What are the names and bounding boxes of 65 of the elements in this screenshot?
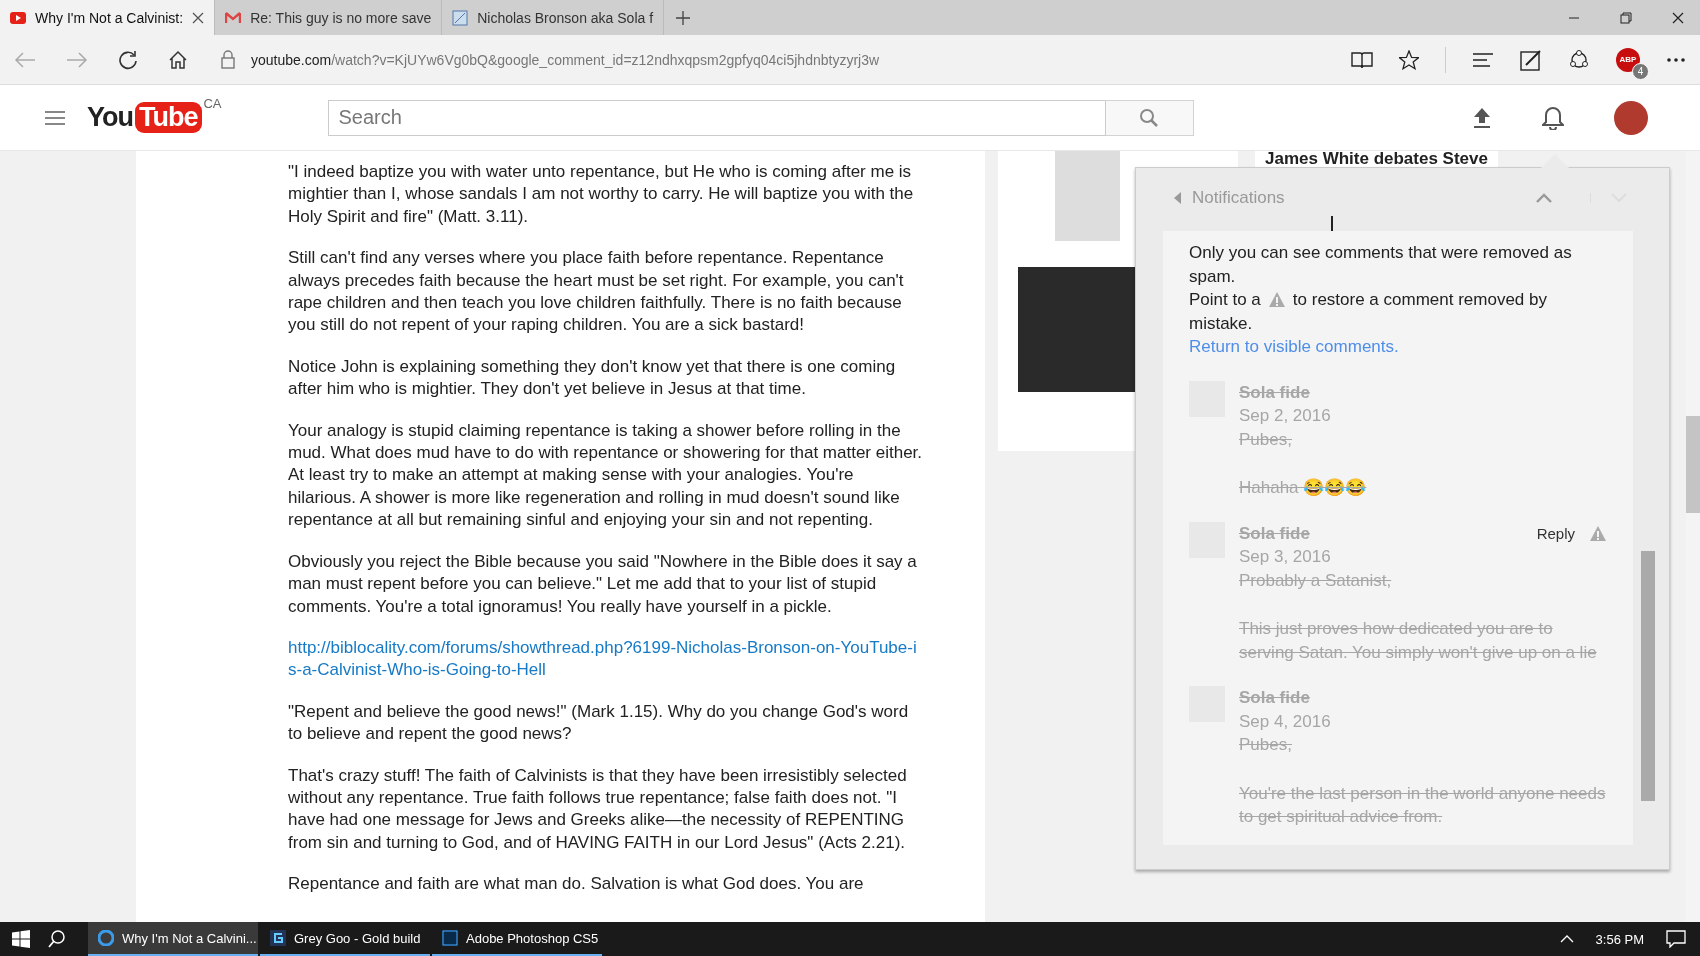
paragraph: Still can't find any verses where you place faith before repentance. Repentance always precedes faith because the heart must be set right. For example, you can't rape children and then teach you love children faithfully. There is no faith because you still do not repent of your raping children. You are a sick bastard! [288, 247, 905, 337]
clock[interactable]: 3:56 PM [1595, 931, 1644, 947]
more-icon[interactable] [1666, 56, 1686, 63]
close-icon[interactable] [1672, 11, 1684, 24]
lock-icon [220, 49, 236, 70]
browser-icon [98, 930, 114, 946]
comment-text: Probably a Satanist, [1239, 569, 1393, 592]
search-icon[interactable] [48, 930, 66, 948]
windows-logo-icon[interactable] [12, 930, 30, 948]
app-icon [442, 930, 458, 946]
info-text: Point to a [1189, 289, 1261, 311]
address-field[interactable]: youtube.com/watch?v=KjUYw6Vg0bQ&google_comment_id=z12ndhxqpsm2gpfyq04ci5jhdnbtyzyrj3w [251, 51, 1351, 68]
search-field[interactable]: Search [327, 99, 1106, 136]
comment-text: This just proves how dedicated you are to serving Satan. You simply won't give up on a lie [1239, 618, 1598, 664]
comment-text: Pubes, [1239, 428, 1293, 451]
comment-date: Sep 3, 2016 [1239, 546, 1332, 568]
star-icon[interactable] [1399, 49, 1419, 70]
bell-icon[interactable] [1542, 105, 1564, 130]
refresh-icon[interactable] [118, 49, 138, 70]
close-icon[interactable] [192, 11, 205, 24]
scrollbar-thumb[interactable] [1641, 551, 1655, 801]
scrollbar-thumb[interactable] [1686, 416, 1700, 513]
upload-icon[interactable] [1472, 106, 1492, 129]
comment-text: Hahaha 😂😂😂 [1239, 477, 1368, 499]
text-cursor [1331, 216, 1333, 232]
panel-title: Notifications [1192, 188, 1286, 208]
mail-icon [225, 11, 242, 24]
paragraph: Repentance and faith are what man do. Salvation is what God does. You are [288, 873, 865, 896]
restore-icon[interactable] [1620, 11, 1632, 24]
taskbar-app[interactable]: Grey Goo - Gold build [260, 922, 430, 956]
new-tab-icon[interactable] [676, 10, 691, 25]
paragraph: Obviously you reject the Bible because you said "Nowhere in the Bible does it say a man must repent before you can believe." Let me add that to your list of stupid comments. You're a total ignoramus! You really have yourself in a pickle. [288, 550, 918, 618]
share-icon[interactable] [1568, 48, 1590, 71]
video-play-icon [10, 11, 26, 24]
app-icon [270, 930, 286, 946]
avatar[interactable] [1614, 100, 1648, 135]
taskbar-app[interactable]: Why I'm Not a Calvini... [88, 922, 258, 956]
comment-date: Sep 2, 2016 [1239, 405, 1332, 427]
paragraph: "I indeed baptize you with water unto repentance, but He who is coming after me is mightier than I, whose sandals I am not worthy to carry. He will baptize you with the Holy Spirit and fire" (Matt. 3.11). [288, 161, 915, 228]
reply-button[interactable]: Reply [1536, 521, 1575, 545]
paragraph: Your analogy is stupid claiming repentance is taking a shower before rolling in the mud. What does mud have to do with repentance or showering for that matter either. At least try to make an attempt at making sense with your analogies. You're hilarious. A shower is more like regeneration and rolling in mud doesn't sound like repentance at all but remaining sinful and enjoying your sin and not repenting. [288, 419, 924, 532]
taskbar-app[interactable]: Adobe Photoshop CS5 [432, 922, 602, 956]
browser-tab[interactable]: Why I'm Not a Calvinist: [0, 0, 216, 35]
info-text: mistake. [1189, 312, 1254, 335]
comment-date: Sep 4, 2016 [1239, 710, 1332, 733]
photo-placeholder[interactable] [1018, 267, 1138, 392]
speech-bubble-icon[interactable] [1666, 930, 1686, 948]
search-icon [1139, 107, 1159, 128]
book-icon[interactable] [1351, 49, 1373, 70]
count-badge: 4 [1632, 62, 1649, 80]
hub-icon[interactable] [1472, 50, 1494, 69]
link[interactable]: http://biblocality.com/forums/showthread.php?6199-Nicholas-Bronson-on-YouTube-is-a-Calvinist-Who-is-Going-to-Hell [288, 636, 925, 682]
comment-text: You're the last person in the world anyone needs to get spiritual advice from. [1239, 782, 1607, 828]
comment-text: Pubes, [1239, 734, 1293, 756]
paragraph: Notice John is explaining something they don't know yet that there is one coming after him who is mightier. They don't yet believe in Jesus at that time. [288, 355, 897, 401]
warning-icon [1267, 291, 1286, 309]
paragraph: "Repent and believe the good news!" (Mark 1.15). Why do you change God's word to believe and repent the good news? [288, 700, 910, 746]
pen-note-icon[interactable] [1520, 48, 1542, 71]
search-button[interactable] [1105, 99, 1194, 136]
menu-icon[interactable] [45, 109, 65, 126]
info-text: to restore a comment removed by [1292, 289, 1547, 311]
paragraph: That's crazy stuff! The faith of Calvinists is that they have been irresistibly selected without any repentance. True faith follows true repentance; false faith does not. "I have had one message for Jews and Greeks alike—the necessity of REPENTING from sin and turning to God, and of HAVING FAITH in our Lord Jesus" (Acts 2.21). [288, 764, 908, 854]
page-icon [452, 9, 469, 26]
info-text: Only you can see comments that were removed as spam. [1189, 242, 1573, 288]
home-icon[interactable] [168, 49, 188, 70]
